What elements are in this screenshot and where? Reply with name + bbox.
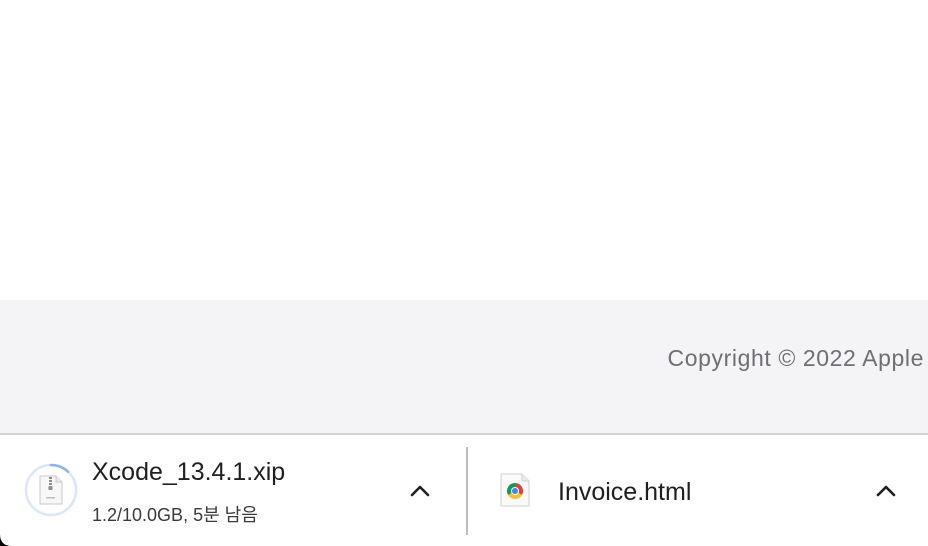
download-item-xcode[interactable]: Xcode_13.4.1.xip 1.2/10.0GB, 5분 남음 — [0, 435, 466, 546]
download-progress-ring — [24, 463, 78, 517]
zip-archive-icon — [39, 475, 63, 505]
window-corner — [0, 534, 12, 546]
page: Copyright © 2022 Apple Xcode_13.4.1.xip … — [0, 0, 928, 546]
download-shelf: Xcode_13.4.1.xip 1.2/10.0GB, 5분 남음 Invoi… — [0, 433, 928, 546]
download-status: 1.2/10.0GB, 5분 남음 — [92, 505, 258, 525]
web-content-area — [0, 0, 928, 300]
download-menu-button[interactable] — [402, 473, 438, 509]
chrome-html-file-icon — [500, 473, 530, 507]
download-item-invoice[interactable]: Invoice.html — [468, 435, 928, 546]
download-file-name: Invoice.html — [558, 478, 692, 506]
copyright-text: Copyright © 2022 Apple — [667, 345, 924, 371]
download-menu-button[interactable] — [868, 473, 904, 509]
chevron-up-icon — [410, 485, 430, 497]
chevron-up-icon — [876, 485, 896, 497]
page-footer: Copyright © 2022 Apple — [0, 300, 928, 433]
download-file-name: Xcode_13.4.1.xip — [92, 458, 286, 486]
